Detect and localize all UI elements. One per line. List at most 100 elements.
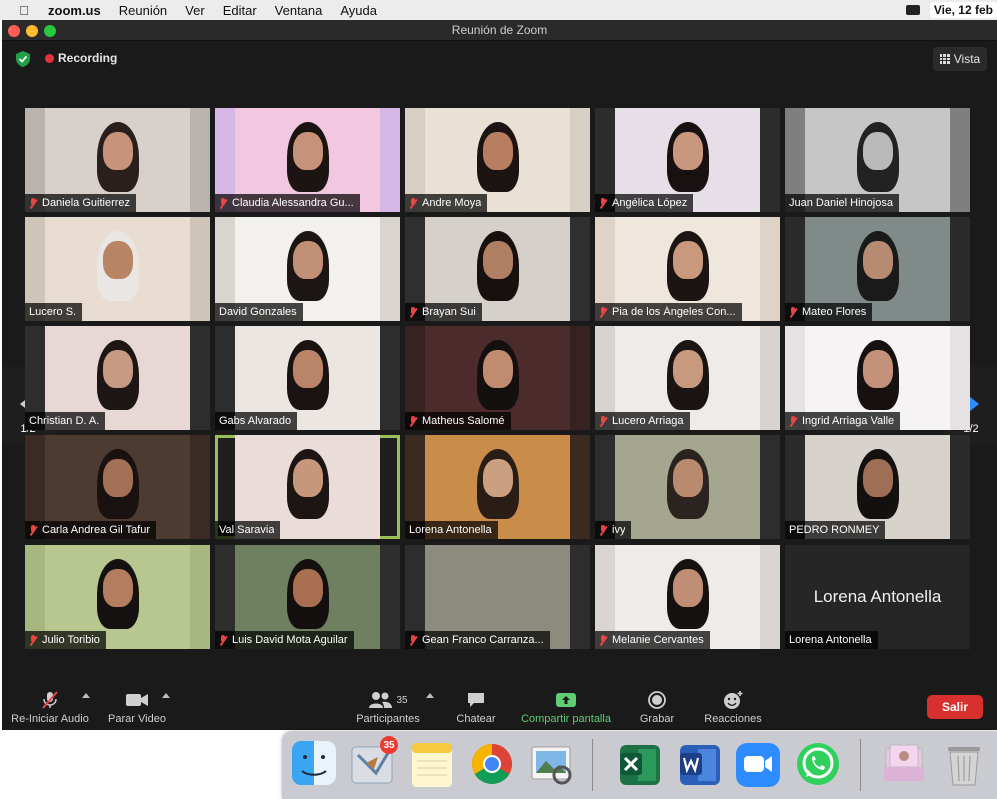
participant-video-tile[interactable]: Lucero Arriaga: [595, 326, 780, 430]
menu-bar:  zoom.us Reunión Ver Editar Ventana Ayu…: [0, 0, 997, 20]
participant-video-feed: [615, 435, 760, 539]
participant-video-tile[interactable]: Melanie Cervantes: [595, 545, 780, 649]
participant-name: Daniela Guitierrez: [42, 197, 131, 209]
participant-video-tile[interactable]: PEDRO RONMEY: [785, 435, 970, 539]
menu-item-ventana[interactable]: Ventana: [275, 3, 323, 18]
participant-face: [483, 569, 513, 607]
participants-options-chevron-icon[interactable]: [426, 693, 434, 698]
finder-icon[interactable]: [290, 739, 338, 789]
participant-name-bar: Ingrid Arriaga Valle: [785, 412, 901, 430]
encryption-shield-icon[interactable]: [14, 50, 32, 68]
participant-video-tile[interactable]: Angélica López: [595, 108, 780, 212]
menubar-clock[interactable]: Vie, 12 feb: [929, 2, 997, 18]
participant-name: Claudia Alessandra Gu...: [232, 197, 354, 209]
muted-microphone-icon: [599, 197, 607, 209]
mail-app[interactable]: 35: [348, 736, 398, 789]
participant-name: Julio Toribio: [42, 634, 100, 646]
participant-video-tile[interactable]: Daniela Guitierrez: [25, 108, 210, 212]
chat-bubble-icon: [468, 693, 484, 707]
recording-label[interactable]: Recording: [58, 51, 117, 65]
muted-microphone-icon: [599, 634, 607, 646]
menu-item-reunion[interactable]: Reunión: [119, 3, 167, 18]
participant-name: Lucero S.: [29, 306, 77, 318]
participant-video-tile[interactable]: ivy: [595, 435, 780, 539]
participant-name: Mateo Flores: [802, 306, 867, 318]
word-icon[interactable]: [676, 739, 724, 789]
view-button[interactable]: Vista: [933, 47, 987, 71]
video-options-chevron-icon[interactable]: [162, 693, 170, 698]
participant-video-tile[interactable]: Andre Moya: [405, 108, 590, 212]
participant-name-bar: Mateo Flores: [785, 303, 873, 321]
participant-video-tile[interactable]: Lorena Antonella Lorena Antonella: [785, 545, 970, 649]
participant-face: [103, 569, 133, 607]
window-titlebar: Reunión de Zoom: [2, 20, 997, 41]
muted-microphone-icon: [29, 634, 37, 646]
participant-video-tile[interactable]: Mateo Flores: [785, 217, 970, 321]
leave-meeting-button[interactable]: Salir: [927, 695, 983, 719]
zoom-icon[interactable]: [734, 739, 782, 789]
participant-name-bar: Julio Toribio: [25, 631, 106, 649]
participant-video-tile[interactable]: David Gonzales: [215, 217, 400, 321]
participant-video-tile[interactable]: Luis David Mota Aguilar: [215, 545, 400, 649]
participant-name-bar: ivy: [595, 521, 632, 539]
participant-video-tile[interactable]: Juan Daniel Hinojosa: [785, 108, 970, 212]
view-button-label: Vista: [953, 52, 981, 66]
participant-name: David Gonzales: [219, 306, 297, 318]
participant-video-tile[interactable]: Gean Franco Carranza...: [405, 545, 590, 649]
macos-dock: 35: [282, 731, 997, 799]
participant-video-tile[interactable]: Christian D. A.: [25, 326, 210, 430]
record-button-label: Grabar: [639, 713, 675, 725]
share-screen-label: Compartir pantalla: [521, 713, 611, 725]
participant-name-bar: Lorena Antonella: [785, 631, 878, 649]
participant-face: [103, 132, 133, 170]
record-button[interactable]: Grabar: [634, 689, 680, 725]
meeting-toolbar: Re-Iniciar Audio Parar Video 35 Particip…: [2, 685, 997, 730]
menu-app-name[interactable]: zoom.us: [48, 3, 101, 18]
reactions-button-label: Reacciones: [704, 713, 762, 725]
participant-name-bar: Brayan Sui: [405, 303, 482, 321]
preview-icon[interactable]: [528, 739, 576, 789]
participant-face: [863, 132, 893, 170]
participant-video-tile[interactable]: Val Saravia: [215, 435, 400, 539]
menu-item-editar[interactable]: Editar: [223, 3, 257, 18]
participant-face: [293, 459, 323, 497]
participant-face: [103, 241, 133, 279]
zoom-status-icon[interactable]: [905, 5, 920, 15]
chat-button-label: Chatear: [456, 713, 496, 725]
apple-icon[interactable]: : [16, 3, 32, 18]
participant-video-tile[interactable]: Gabs Alvarado: [215, 326, 400, 430]
participant-video-tile[interactable]: Claudia Alessandra Gu...: [215, 108, 400, 212]
audio-button[interactable]: Re-Iniciar Audio: [8, 689, 92, 725]
participant-video-tile[interactable]: Ingrid Arriaga Valle: [785, 326, 970, 430]
participant-name: ivy: [612, 524, 626, 536]
dock-separator: [592, 739, 593, 791]
participant-face: [483, 459, 513, 497]
photos-folder-icon[interactable]: [880, 739, 928, 789]
participant-video-tile[interactable]: Lorena Antonella: [405, 435, 590, 539]
share-screen-button[interactable]: Compartir pantalla: [514, 689, 618, 725]
notes-icon[interactable]: [408, 739, 456, 789]
reactions-button[interactable]: Reacciones: [700, 689, 766, 725]
excel-icon[interactable]: [616, 739, 664, 789]
participants-icon: [369, 692, 393, 708]
participant-video-tile[interactable]: Julio Toribio: [25, 545, 210, 649]
participants-button[interactable]: 35 Participantes: [350, 689, 426, 725]
participant-video-tile[interactable]: Matheus Salomé: [405, 326, 590, 430]
dock-separator: [860, 739, 861, 791]
menu-item-ayuda[interactable]: Ayuda: [340, 3, 377, 18]
zoom-meeting-window: Reunión de Zoom Recording Vista 1/2 1/2 …: [2, 20, 997, 730]
participant-video-tile[interactable]: Carla Andrea Gil Tafur: [25, 435, 210, 539]
participant-name: Lucero Arriaga: [612, 415, 684, 427]
audio-options-chevron-icon[interactable]: [82, 693, 90, 698]
participant-video-tile[interactable]: Lucero S.: [25, 217, 210, 321]
chat-button[interactable]: Chatear: [448, 689, 504, 725]
whatsapp-icon[interactable]: [794, 739, 842, 789]
trash-icon[interactable]: [940, 739, 988, 789]
participant-video-tile[interactable]: Pia de los Ángeles Con...: [595, 217, 780, 321]
menu-item-ver[interactable]: Ver: [185, 3, 205, 18]
participant-name-bar: Juan Daniel Hinojosa: [785, 194, 899, 212]
chrome-icon[interactable]: [468, 739, 516, 789]
participant-video-tile[interactable]: Brayan Sui: [405, 217, 590, 321]
participant-face: [673, 569, 703, 607]
participant-name: PEDRO RONMEY: [789, 524, 880, 536]
